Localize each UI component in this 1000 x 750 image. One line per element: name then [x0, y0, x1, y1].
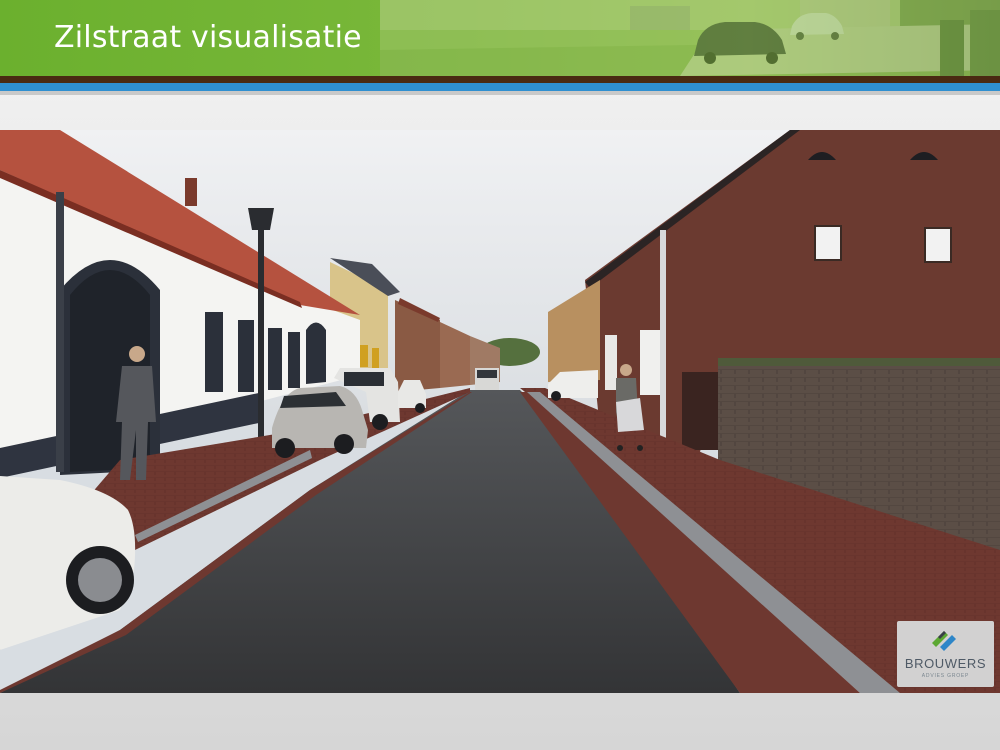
logo-name: BROUWERS [904, 656, 987, 671]
header-background-photo [380, 0, 1000, 76]
brouwers-logo-mark-icon [932, 631, 956, 651]
slide-title: Zilstraat visualisatie [54, 20, 362, 55]
distant-van [475, 368, 499, 390]
wall-hedge-top [718, 358, 1000, 366]
foreground-car-white [0, 476, 136, 650]
divider-band-brown [0, 76, 1000, 83]
brouwers-logo: BROUWERS ADVIES GROEP [897, 621, 994, 687]
street-visualization-image [0, 130, 1000, 693]
slide: Zilstraat visualisatie BROUWERS ADVIES G… [0, 0, 1000, 750]
street-scene [0, 130, 1000, 693]
divider-band-gray [0, 91, 1000, 95]
parked-car-gray [272, 386, 368, 458]
title-bar: Zilstraat visualisatie [0, 0, 1000, 76]
divider-band-blue [0, 83, 1000, 91]
logo-tagline: ADVIES GROEP [921, 673, 970, 679]
